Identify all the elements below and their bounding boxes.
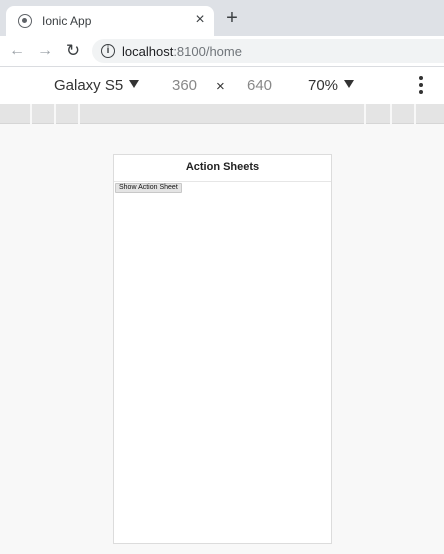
ruler-segment[interactable]	[56, 104, 80, 124]
show-action-sheet-button[interactable]: Show Action Sheet	[115, 183, 182, 193]
device-select[interactable]: Galaxy S5	[54, 77, 140, 94]
url-path: :8100/home	[173, 44, 242, 59]
forward-arrow-icon[interactable]: →	[34, 40, 56, 62]
viewport-height-input[interactable]: 640	[247, 77, 272, 94]
tab-title: Ionic App	[42, 14, 92, 28]
chevron-down-icon	[129, 80, 140, 88]
ruler-segment[interactable]	[392, 104, 416, 124]
close-tab-icon[interactable]: ×	[192, 12, 208, 28]
ruler-segment[interactable]	[0, 104, 32, 124]
ruler-segment[interactable]	[416, 104, 444, 124]
url-host: localhost	[122, 44, 174, 59]
dimension-separator: ×	[216, 78, 225, 95]
ruler-segment[interactable]	[80, 104, 366, 124]
ruler-segment[interactable]	[366, 104, 392, 124]
ionic-favicon-icon	[18, 14, 32, 28]
reload-icon[interactable]: ↻	[62, 40, 84, 62]
device-name: Galaxy S5	[54, 77, 124, 94]
viewport-width-input[interactable]: 360	[172, 77, 197, 94]
browser-tabstrip: Ionic App × +	[0, 0, 444, 36]
ruler-segment[interactable]	[32, 104, 56, 124]
media-query-ruler	[0, 104, 444, 124]
new-tab-icon[interactable]: +	[222, 8, 242, 29]
site-info-icon[interactable]: i	[101, 44, 115, 58]
device-toolbar: Galaxy S5 360 × 640 70%	[0, 66, 444, 104]
chevron-down-icon	[344, 80, 355, 88]
zoom-level: 70%	[308, 77, 339, 94]
url-text[interactable]: localhost:8100/home	[122, 44, 242, 59]
back-arrow-icon[interactable]: ←	[6, 40, 28, 62]
device-viewport: Action Sheets Show Action Sheet	[113, 154, 332, 544]
browser-tab[interactable]: Ionic App ×	[6, 6, 214, 36]
app-header: Action Sheets	[114, 155, 331, 182]
address-bar[interactable]: i localhost:8100/home	[92, 39, 444, 63]
more-options-icon[interactable]	[414, 76, 428, 96]
page-title: Action Sheets	[185, 161, 260, 173]
browser-toolbar: ← → ↻ i localhost:8100/home	[0, 36, 444, 66]
zoom-select[interactable]: 70%	[308, 77, 355, 94]
